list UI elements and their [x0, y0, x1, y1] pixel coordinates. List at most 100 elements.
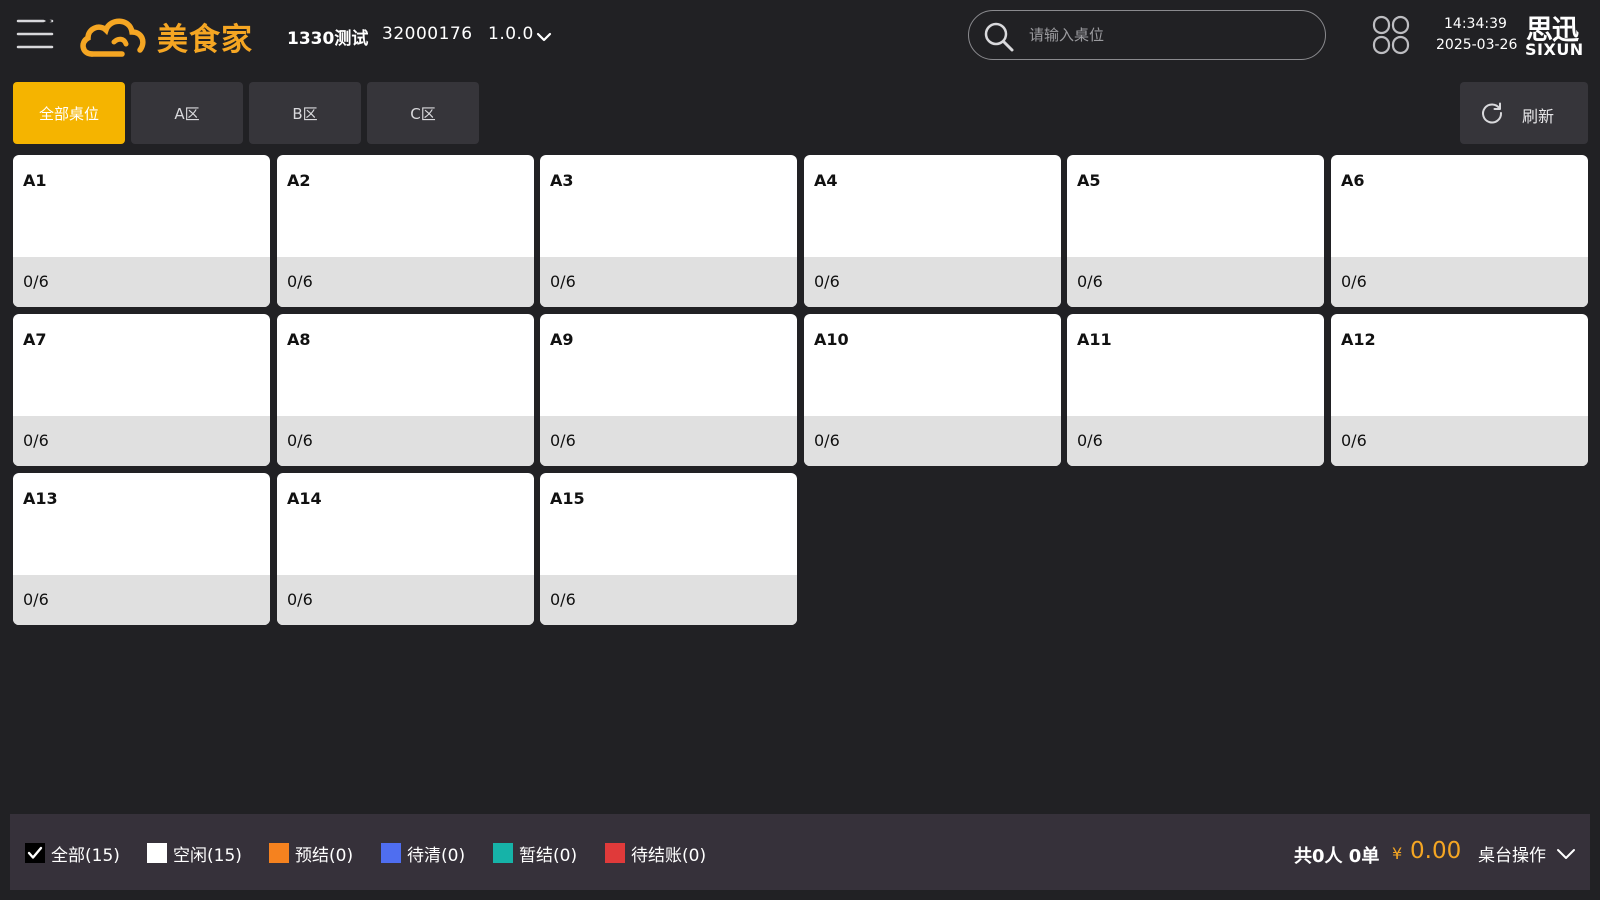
filter-suspended[interactable]: 暂结(0) [493, 842, 578, 866]
table-name: A11 [1077, 330, 1112, 349]
table-card[interactable]: A2 0/6 [277, 155, 534, 307]
filter-idle[interactable]: 空闲(15) [147, 842, 242, 866]
table-name: A12 [1341, 330, 1376, 349]
table-card[interactable]: A8 0/6 [277, 314, 534, 466]
table-card[interactable]: A15 0/6 [540, 473, 797, 625]
refresh-button[interactable]: 刷新 [1460, 82, 1588, 144]
status-swatch-suspended [493, 843, 513, 863]
filter-idle-label: 空闲(15) [173, 845, 242, 866]
table-seat-count: 0/6 [814, 431, 840, 450]
chevron-down-icon[interactable] [536, 28, 552, 42]
table-name: A2 [287, 171, 311, 190]
table-seat-count: 0/6 [1077, 431, 1103, 450]
table-name: A13 [23, 489, 58, 508]
table-name: A8 [287, 330, 311, 349]
store-name: 1330测试 [287, 29, 369, 49]
table-name: A7 [23, 330, 47, 349]
filter-prebill-label: 预结(0) [295, 845, 354, 866]
table-card[interactable]: A5 0/6 [1067, 155, 1324, 307]
table-footer: 0/6 [1067, 416, 1324, 466]
table-card[interactable]: A3 0/6 [540, 155, 797, 307]
table-search-input[interactable] [1029, 19, 1309, 51]
table-footer: 0/6 [804, 257, 1061, 307]
table-card[interactable]: A7 0/6 [13, 314, 270, 466]
apps-grid-icon[interactable] [1371, 15, 1411, 55]
table-card[interactable]: A12 0/6 [1331, 314, 1588, 466]
filter-prebill[interactable]: 预结(0) [269, 842, 354, 866]
total-amount: 0.00 [1410, 838, 1462, 864]
table-footer: 0/6 [13, 257, 270, 307]
filter-to-clean[interactable]: 待清(0) [381, 842, 466, 866]
table-card[interactable]: A11 0/6 [1067, 314, 1324, 466]
clock-time: 14:34:39 [1444, 16, 1507, 32]
tab-area-c[interactable]: C区 [367, 82, 479, 144]
table-footer: 0/6 [1331, 416, 1588, 466]
table-operations-button[interactable]: 桌台操作 [1478, 841, 1546, 866]
filter-pending-checkout-label: 待结账(0) [631, 845, 707, 866]
table-card[interactable]: A4 0/6 [804, 155, 1061, 307]
status-swatch-prebill [269, 843, 289, 863]
table-seat-count: 0/6 [287, 272, 313, 291]
checkbox-checked-icon [25, 843, 45, 863]
table-footer: 0/6 [13, 416, 270, 466]
table-footer: 0/6 [13, 575, 270, 625]
table-seat-count: 0/6 [287, 590, 313, 609]
search-box[interactable] [968, 10, 1326, 60]
table-seat-count: 0/6 [1077, 272, 1103, 291]
table-card[interactable]: A9 0/6 [540, 314, 797, 466]
version-selector[interactable]: 1.0.0 [488, 24, 534, 44]
table-name: A15 [550, 489, 585, 508]
tab-all-tables[interactable]: 全部桌位 [13, 82, 125, 144]
menu-icon[interactable] [16, 15, 54, 52]
chevron-down-icon[interactable] [1556, 846, 1576, 860]
vendor-logo-en: SIXUN [1525, 40, 1584, 59]
table-seat-count: 0/6 [287, 431, 313, 450]
table-seat-count: 0/6 [550, 590, 576, 609]
table-name: A6 [1341, 171, 1365, 190]
table-seat-count: 0/6 [1341, 272, 1367, 291]
table-name: A14 [287, 489, 322, 508]
cloud-logo-icon [78, 12, 148, 58]
table-footer: 0/6 [540, 575, 797, 625]
table-name: A5 [1077, 171, 1101, 190]
tab-area-b[interactable]: B区 [249, 82, 361, 144]
table-grid: A1 0/6 A2 0/6 A3 0/6 A4 0/6 A5 0/6 A6 0/6 A7 0/6 A8 0/6… [13, 155, 1591, 630]
table-card[interactable]: A14 0/6 [277, 473, 534, 625]
table-card[interactable]: A10 0/6 [804, 314, 1061, 466]
table-seat-count: 0/6 [23, 431, 49, 450]
filter-all-label: 全部(15) [51, 845, 120, 866]
table-name: A9 [550, 330, 574, 349]
filter-suspended-label: 暂结(0) [519, 845, 578, 866]
table-seat-count: 0/6 [550, 431, 576, 450]
table-name: A3 [550, 171, 574, 190]
status-swatch-pending-checkout [605, 843, 625, 863]
brand-name: 美食家 [157, 22, 253, 58]
table-seat-count: 0/6 [23, 590, 49, 609]
refresh-label: 刷新 [1522, 107, 1555, 126]
filter-pending-checkout[interactable]: 待结账(0) [605, 842, 707, 866]
status-swatch-idle [147, 843, 167, 863]
top-bar: 美食家 1330测试 32000176 1.0.0 14:34:39 2025-… [0, 0, 1600, 72]
refresh-icon [1480, 101, 1504, 125]
filter-to-clean-label: 待清(0) [407, 845, 466, 866]
table-footer: 0/6 [1067, 257, 1324, 307]
table-seat-count: 0/6 [1341, 431, 1367, 450]
table-footer: 0/6 [540, 416, 797, 466]
table-card[interactable]: A1 0/6 [13, 155, 270, 307]
guest-order-summary: 共0人 0单 [1294, 846, 1380, 867]
table-footer: 0/6 [1331, 257, 1588, 307]
status-swatch-to-clean [381, 843, 401, 863]
table-seat-count: 0/6 [23, 272, 49, 291]
tab-area-a[interactable]: A区 [131, 82, 243, 144]
table-seat-count: 0/6 [550, 272, 576, 291]
filter-all[interactable]: 全部(15) [25, 842, 120, 866]
currency-symbol: ¥ [1392, 844, 1403, 863]
table-footer: 0/6 [277, 416, 534, 466]
search-icon [983, 21, 1015, 53]
table-card[interactable]: A6 0/6 [1331, 155, 1588, 307]
table-footer: 0/6 [540, 257, 797, 307]
table-name: A1 [23, 171, 47, 190]
clock-date: 2025-03-26 [1436, 37, 1518, 53]
table-card[interactable]: A13 0/6 [13, 473, 270, 625]
table-footer: 0/6 [277, 257, 534, 307]
